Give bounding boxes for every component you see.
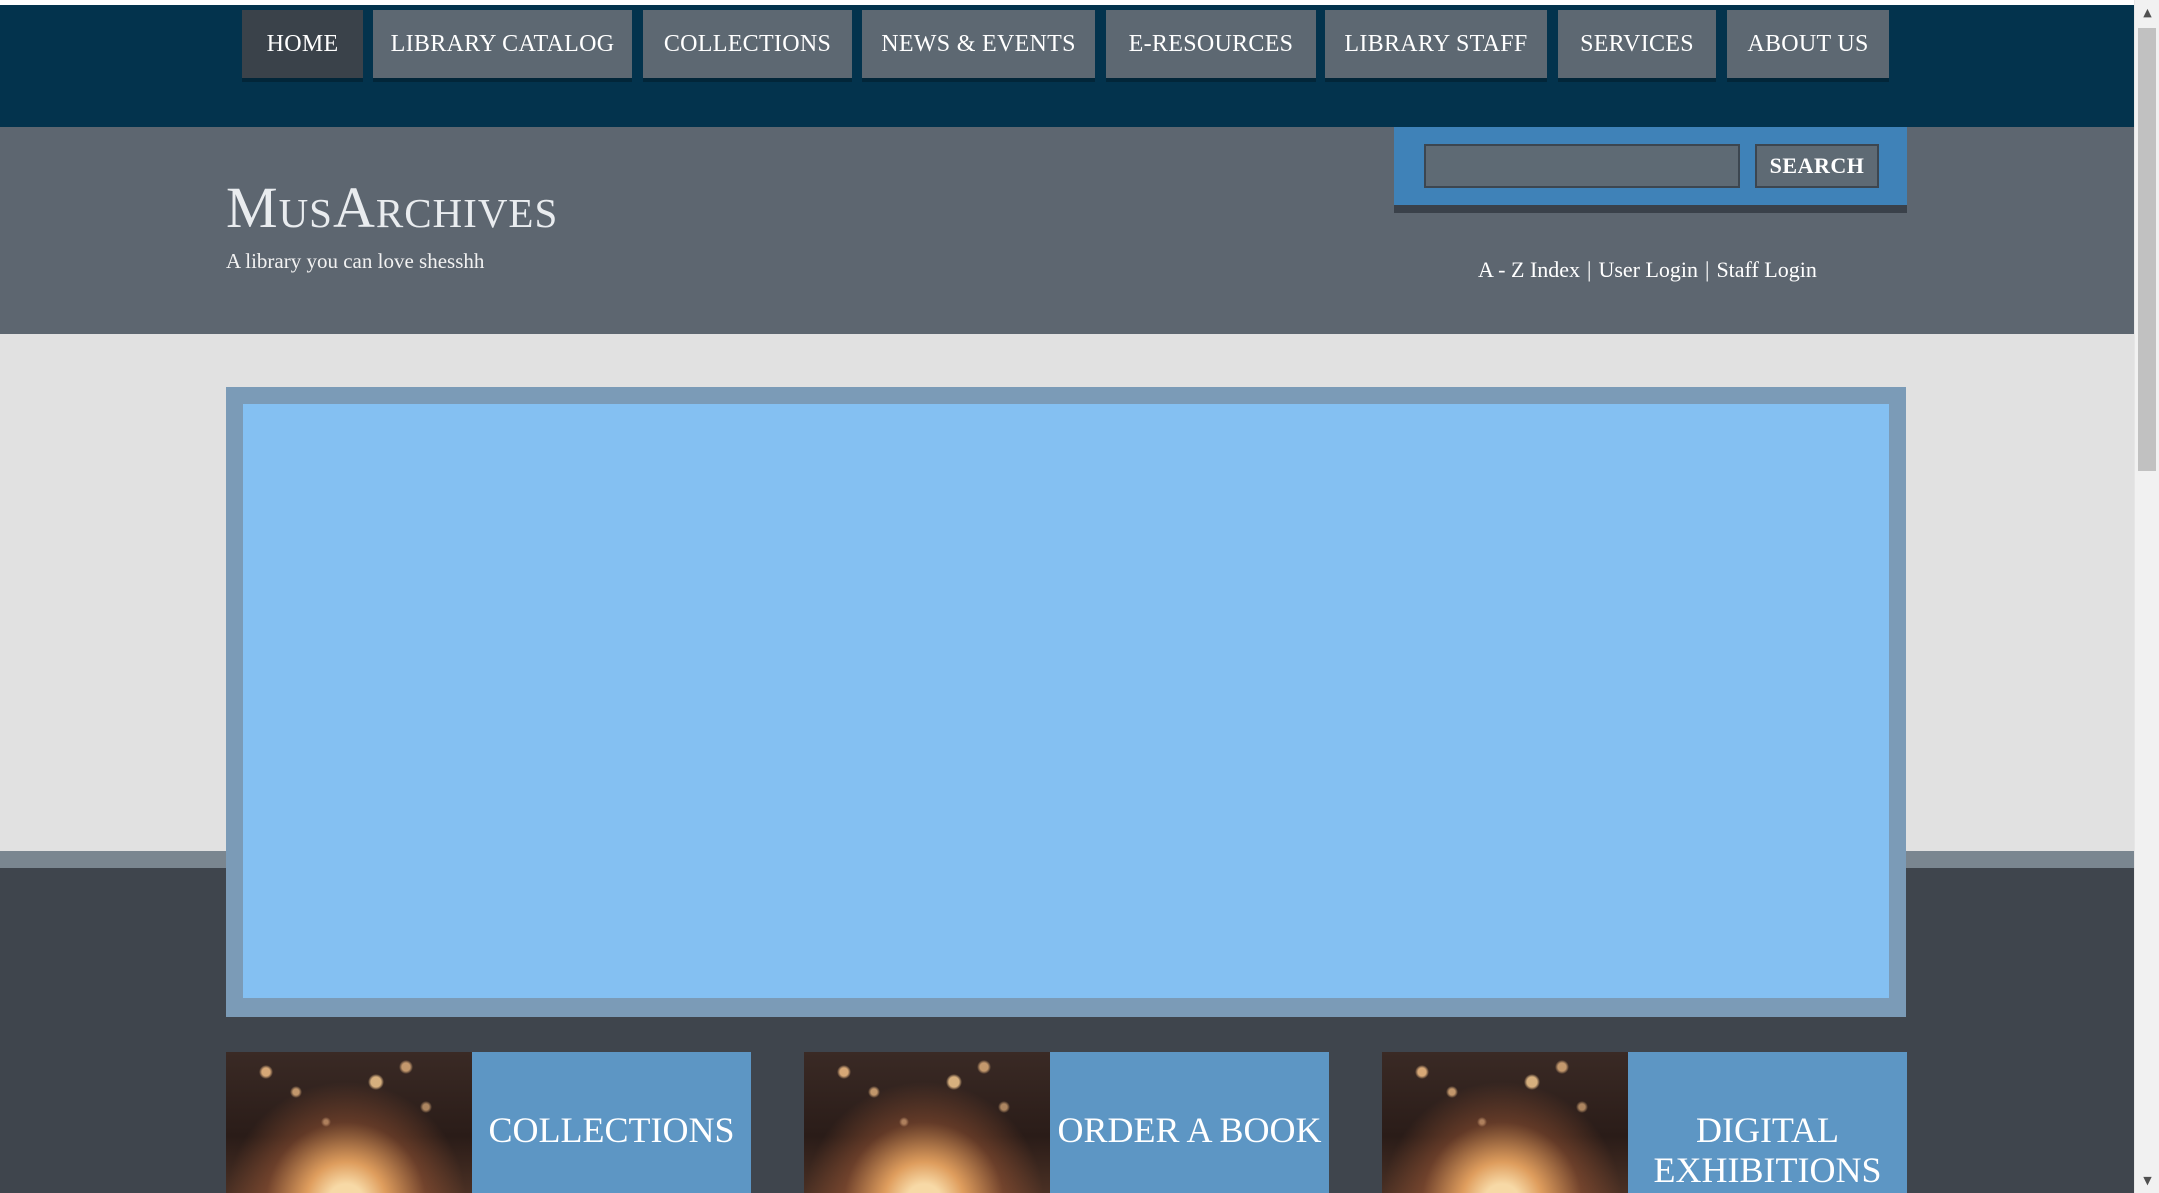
user-login-link[interactable]: User Login bbox=[1598, 257, 1698, 282]
site-tagline: A library you can love shesshh bbox=[226, 249, 485, 273]
tile-collections[interactable]: COLLECTIONS bbox=[226, 1052, 751, 1193]
tile-label: ORDER A BOOK bbox=[1057, 1110, 1322, 1150]
nav-item-services[interactable]: SERVICES bbox=[1558, 10, 1716, 78]
nav-item-library-staff[interactable]: LIBRARY STAFF bbox=[1325, 10, 1547, 78]
scroll-up-arrow-icon[interactable]: ▲ bbox=[2135, 0, 2159, 25]
open-book-sparkles-image bbox=[1382, 1052, 1628, 1193]
site-title[interactable]: MusArchives bbox=[226, 179, 558, 237]
link-separator: | bbox=[1705, 257, 1710, 282]
open-book-sparkles-image bbox=[226, 1052, 472, 1193]
tile-label: COLLECTIONS bbox=[488, 1110, 735, 1150]
page-content: HOME LIBRARY CATALOG COLLECTIONS NEWS & … bbox=[0, 0, 2134, 1193]
scroll-down-arrow-icon[interactable]: ▼ bbox=[2135, 1168, 2159, 1193]
nav-item-news-events[interactable]: NEWS & EVENTS bbox=[862, 10, 1095, 78]
nav-item-library-catalog[interactable]: LIBRARY CATALOG bbox=[373, 10, 632, 78]
page: HOME LIBRARY CATALOG COLLECTIONS NEWS & … bbox=[0, 0, 2159, 1193]
tile-digital-exhibitions[interactable]: DIGITAL EXHIBITIONS bbox=[1382, 1052, 1907, 1193]
scrollbar-thumb[interactable] bbox=[2138, 28, 2156, 471]
tile-label: DIGITAL EXHIBITIONS bbox=[1653, 1110, 1882, 1191]
search-input[interactable] bbox=[1424, 144, 1740, 188]
tile-order-a-book[interactable]: ORDER A BOOK bbox=[804, 1052, 1329, 1193]
site-header: MusArchives A library you can love shess… bbox=[0, 127, 2134, 334]
nav-item-about-us[interactable]: ABOUT US bbox=[1727, 10, 1889, 78]
hero-slider[interactable] bbox=[243, 404, 1889, 998]
staff-login-link[interactable]: Staff Login bbox=[1716, 257, 1816, 282]
search-panel: SEARCH bbox=[1394, 127, 1907, 205]
header-links: A - Z Index | User Login | Staff Login bbox=[1478, 257, 1817, 283]
open-book-sparkles-image bbox=[804, 1052, 1050, 1193]
search-button[interactable]: SEARCH bbox=[1755, 144, 1879, 188]
nav-item-collections[interactable]: COLLECTIONS bbox=[643, 10, 852, 78]
hero-slider-frame bbox=[226, 387, 1906, 1017]
nav-item-home[interactable]: HOME bbox=[242, 10, 363, 78]
top-navigation-bar: HOME LIBRARY CATALOG COLLECTIONS NEWS & … bbox=[0, 0, 2134, 127]
vertical-scrollbar[interactable]: ▲ ▼ bbox=[2134, 0, 2159, 1193]
nav-item-e-resources[interactable]: E-RESOURCES bbox=[1106, 10, 1316, 78]
az-index-link[interactable]: A - Z Index bbox=[1478, 257, 1580, 282]
link-separator: | bbox=[1587, 257, 1592, 282]
